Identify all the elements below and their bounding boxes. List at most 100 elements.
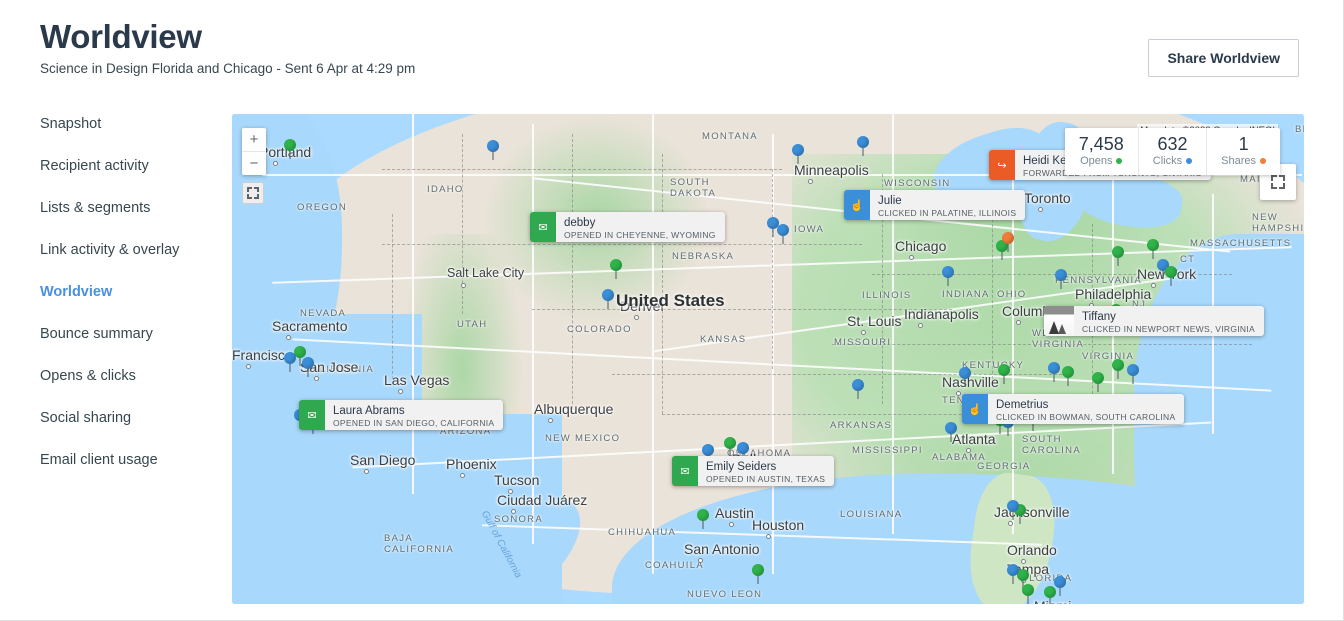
recenter-button[interactable] (242, 182, 264, 204)
thumbnail-icon (1044, 306, 1074, 336)
map-pin-green[interactable] (284, 139, 296, 159)
map-pin-blue[interactable] (1055, 269, 1067, 289)
sidebar-item-link-activity-overlay[interactable]: Link activity & overlay (40, 240, 210, 261)
map-pin-blue[interactable] (852, 379, 864, 399)
pin-head (737, 442, 749, 454)
map-city-dot (861, 330, 866, 335)
pin-head (942, 266, 954, 278)
stat-value: 632 (1157, 134, 1188, 154)
sidebar-item-opens-clicks[interactable]: Opens & clicks (40, 366, 210, 387)
pin-head (724, 437, 736, 449)
map-pin-green[interactable] (998, 364, 1010, 384)
activity-callout[interactable]: Tiffany CLICKED IN NEWPORT NEWS, VIRGINIA (1044, 306, 1264, 336)
map-pin-green[interactable] (610, 259, 622, 279)
sidebar-item-worldview[interactable]: Worldview (40, 282, 210, 303)
map-pin-blue[interactable] (857, 136, 869, 156)
activity-callout[interactable]: ✉ Emily Seiders OPENED IN AUSTIN, TEXAS (672, 456, 835, 486)
callout-detail: CLICKED IN NEWPORT NEWS, VIRGINIA (1082, 323, 1255, 334)
sidebar-item-snapshot[interactable]: Snapshot (40, 114, 210, 135)
callout-detail: CLICKED IN BOWMAN, SOUTH CAROLINA (996, 411, 1176, 422)
map-pin-blue[interactable] (792, 144, 804, 164)
pin-head (1048, 362, 1060, 374)
zoom-out-button[interactable]: − (242, 152, 266, 175)
sidebar-item-lists-segments[interactable]: Lists & segments (40, 198, 210, 219)
map-pin-blue[interactable] (302, 357, 314, 377)
map-pin-blue[interactable] (942, 266, 954, 286)
map-city-dot (909, 255, 914, 260)
activity-callout[interactable]: ☝ Demetrius CLICKED IN BOWMAN, SOUTH CAROL… (962, 394, 1185, 424)
callout-text: Laura Abrams OPENED IN SAN DIEGO, CALIFOR… (325, 400, 503, 430)
map-pin-green[interactable] (752, 564, 764, 584)
map-city-dot (634, 315, 639, 320)
pin-head (1165, 266, 1177, 278)
map-pin-blue[interactable] (945, 422, 957, 442)
pin-head (284, 352, 296, 364)
activity-callout[interactable]: ✉ debby OPENED IN CHEYENNE, WYOMING (530, 212, 725, 242)
map-pin-green[interactable] (1165, 266, 1177, 286)
state-border (392, 214, 393, 384)
map-pin-green[interactable] (1147, 239, 1159, 259)
map-pin-green[interactable] (1112, 246, 1124, 266)
stat-label: Shares (1221, 154, 1266, 168)
report-nav-sidebar: Snapshot Recipient activity Lists & segmen… (40, 114, 210, 492)
map-pin-blue[interactable] (1127, 364, 1139, 384)
map-pin-blue[interactable] (487, 140, 499, 160)
pin-head (284, 139, 296, 151)
campaign-subtitle: Science in Design Florida and Chicago - … (40, 61, 415, 76)
pin-head (1112, 359, 1124, 371)
callout-name: Demetrius (996, 398, 1049, 411)
click-icon: ☝ (844, 190, 870, 220)
map-pin-blue[interactable] (777, 224, 789, 244)
road (412, 114, 414, 494)
map-pin-blue[interactable] (1048, 362, 1060, 382)
map-pin-blue[interactable] (284, 352, 296, 372)
state-border (992, 204, 993, 384)
map-pin-green[interactable] (1092, 372, 1104, 392)
pin-head (302, 357, 314, 369)
callout-text: Julie CLICKED IN PALATINE, ILLINOIS (870, 190, 1025, 220)
pin-head (998, 364, 1010, 376)
share-worldview-button[interactable]: Share Worldview (1148, 39, 1299, 77)
sidebar-item-social-sharing[interactable]: Social sharing (40, 408, 210, 429)
worldview-map[interactable]: MONTANASOUTHDAKOTAWISCONSINONTARIOMAINEV… (232, 114, 1304, 604)
campaign-name: Science in Design Florida and Chicago (40, 61, 273, 76)
map-pin-green[interactable] (1062, 366, 1074, 386)
map-pin-blue[interactable] (1007, 564, 1019, 584)
pin-head (697, 509, 709, 521)
map-city-dot (918, 323, 923, 328)
map-city-dot (273, 161, 278, 166)
pin-head (1147, 239, 1159, 251)
zoom-controls[interactable]: + − (242, 128, 266, 175)
stat-value: 7,458 (1078, 134, 1124, 154)
pin-head (1002, 232, 1014, 244)
callout-detail: CLICKED IN PALATINE, ILLINOIS (878, 207, 1017, 218)
map-pin-green[interactable] (1044, 586, 1056, 604)
map-pin-green[interactable] (1112, 359, 1124, 379)
pin-head (852, 379, 864, 391)
sidebar-item-bounce-summary[interactable]: Bounce summary (40, 324, 210, 345)
state-border (872, 274, 1232, 275)
callout-text: Demetrius CLICKED IN BOWMAN, SOUTH CAROLI… (988, 394, 1184, 424)
callout-name: debby (564, 216, 596, 229)
state-border (772, 169, 773, 369)
map-pin-orange[interactable] (1002, 232, 1014, 252)
sidebar-item-email-client-usage[interactable]: Email client usage (40, 450, 210, 471)
map-city-dot (508, 489, 513, 494)
callout-name: Julie (878, 194, 902, 207)
map-pin-blue[interactable] (959, 367, 971, 387)
map-pin-green[interactable] (1022, 584, 1034, 604)
zoom-in-button[interactable]: + (242, 128, 266, 151)
map-pin-green[interactable] (724, 437, 736, 457)
map-pin-blue[interactable] (1007, 500, 1019, 520)
map-pin-blue[interactable] (602, 289, 614, 309)
state-border (382, 169, 782, 170)
map-pin-green[interactable] (697, 509, 709, 529)
sidebar-item-recipient-activity[interactable]: Recipient activity (40, 156, 210, 177)
activity-callout[interactable]: ✉ Laura Abrams OPENED IN SAN DIEGO, CALIFO… (299, 400, 504, 430)
road (892, 114, 894, 534)
pin-head (959, 367, 971, 379)
map-canvas[interactable]: MONTANASOUTHDAKOTAWISCONSINONTARIOMAINEV… (232, 114, 1304, 604)
map-city-dot (246, 364, 251, 369)
activity-callout[interactable]: ☝ Julie CLICKED IN PALATINE, ILLINOIS (844, 190, 1026, 220)
pin-head (1062, 366, 1074, 378)
